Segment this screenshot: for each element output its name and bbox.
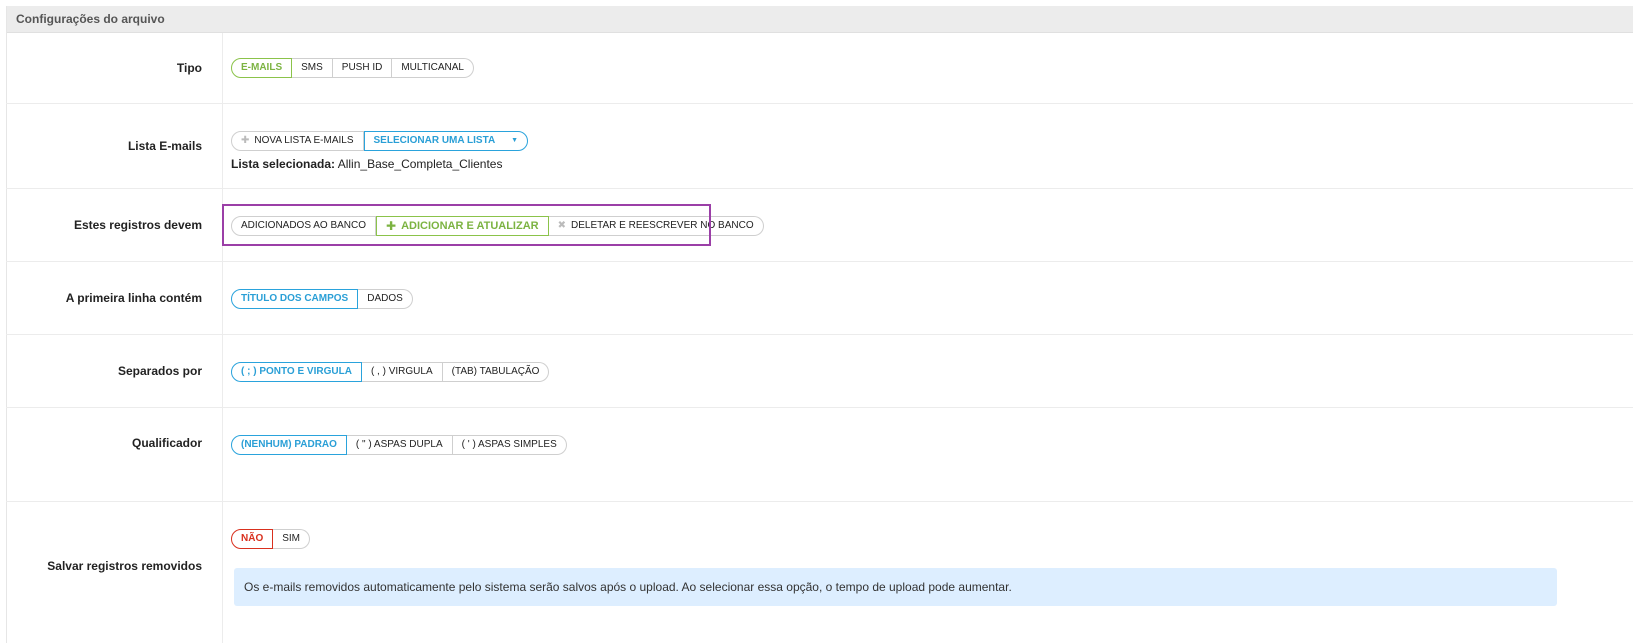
select-list-label: SELECIONAR UMA LISTA [373,135,496,146]
new-list-button[interactable]: ✚ NOVA LISTA E-MAILS [231,131,364,151]
row-qualificador: Qualificador (NENHUM) PADRAO ( " ) ASPAS… [6,408,1633,502]
row-divider [222,104,223,188]
row-divider [222,408,223,501]
chevron-down-icon: ▼ [511,137,519,144]
salvar-segmented: NÃO SIM [231,529,311,549]
separados-label: Separados por [117,364,202,378]
tabulacao-button[interactable]: (TAB) TABULAÇÃO [442,362,550,382]
titulo-campos-button[interactable]: TÍTULO DOS CAMPOS [231,289,359,309]
lista-label: Lista E-mails [127,139,202,153]
ponto-virgula-button[interactable]: ( ; ) PONTO E VIRGULA [231,362,362,382]
qualificador-segmented: (NENHUM) PADRAO ( " ) ASPAS DUPLA ( ' ) … [231,435,567,455]
new-list-label: NOVA LISTA E-MAILS [254,135,354,146]
selected-list-label: Lista selecionada: [231,157,336,171]
tipo-label: Tipo [176,61,202,75]
row-primeira-linha: A primeira linha contém TÍTULO DOS CAMPO… [6,262,1633,335]
row-tipo: Tipo E-MAILS SMS PUSH ID MULTICANAL [6,33,1633,104]
registros-label: Estes registros devem [73,218,202,232]
qualificador-label: Qualificador [131,436,202,450]
row-divider [222,262,223,334]
tipo-emails-button[interactable]: E-MAILS [231,58,293,78]
nenhum-padrao-button[interactable]: (NENHUM) PADRAO [231,435,347,455]
tipo-sms-button[interactable]: SMS [292,58,333,78]
separados-segmented: ( ; ) PONTO E VIRGULA ( , ) VIRGULA (TAB… [231,362,550,382]
row-lista-emails: Lista E-mails ✚ NOVA LISTA E-MAILS SELEC… [6,104,1633,189]
nao-button[interactable]: NÃO [231,529,274,549]
selected-list-line: Lista selecionada: Allin_Base_Completa_C… [231,157,528,171]
primeira-label: A primeira linha contém [65,291,202,305]
selected-list-value: Allin_Base_Completa_Clientes [337,157,503,171]
salvar-label: Salvar registros removidos [47,559,202,573]
highlight-box [222,204,711,246]
row-separados: Separados por ( ; ) PONTO E VIRGULA ( , … [6,335,1633,408]
aspas-simples-button[interactable]: ( ' ) ASPAS SIMPLES [452,435,567,455]
tipo-segmented: E-MAILS SMS PUSH ID MULTICANAL [231,58,474,78]
lista-segmented: ✚ NOVA LISTA E-MAILS SELECIONAR UMA LIST… [231,131,529,151]
row-divider [222,33,223,103]
tipo-multicanal-button[interactable]: MULTICANAL [392,58,474,78]
dados-button[interactable]: DADOS [358,289,413,309]
tipo-push-id-button[interactable]: PUSH ID [332,58,393,78]
row-divider [222,335,223,407]
plus-icon: ✚ [241,135,250,146]
virgula-button[interactable]: ( , ) VIRGULA [361,362,443,382]
sim-button[interactable]: SIM [273,529,311,549]
row-divider [222,502,223,643]
info-message: Os e-mails removidos automaticamente pel… [234,568,1557,606]
aspas-dupla-button[interactable]: ( " ) ASPAS DUPLA [346,435,453,455]
primeira-segmented: TÍTULO DOS CAMPOS DADOS [231,289,413,309]
panel-title: Configurações do arquivo [7,6,1633,33]
select-list-dropdown[interactable]: SELECIONAR UMA LISTA ▼ [363,131,529,151]
